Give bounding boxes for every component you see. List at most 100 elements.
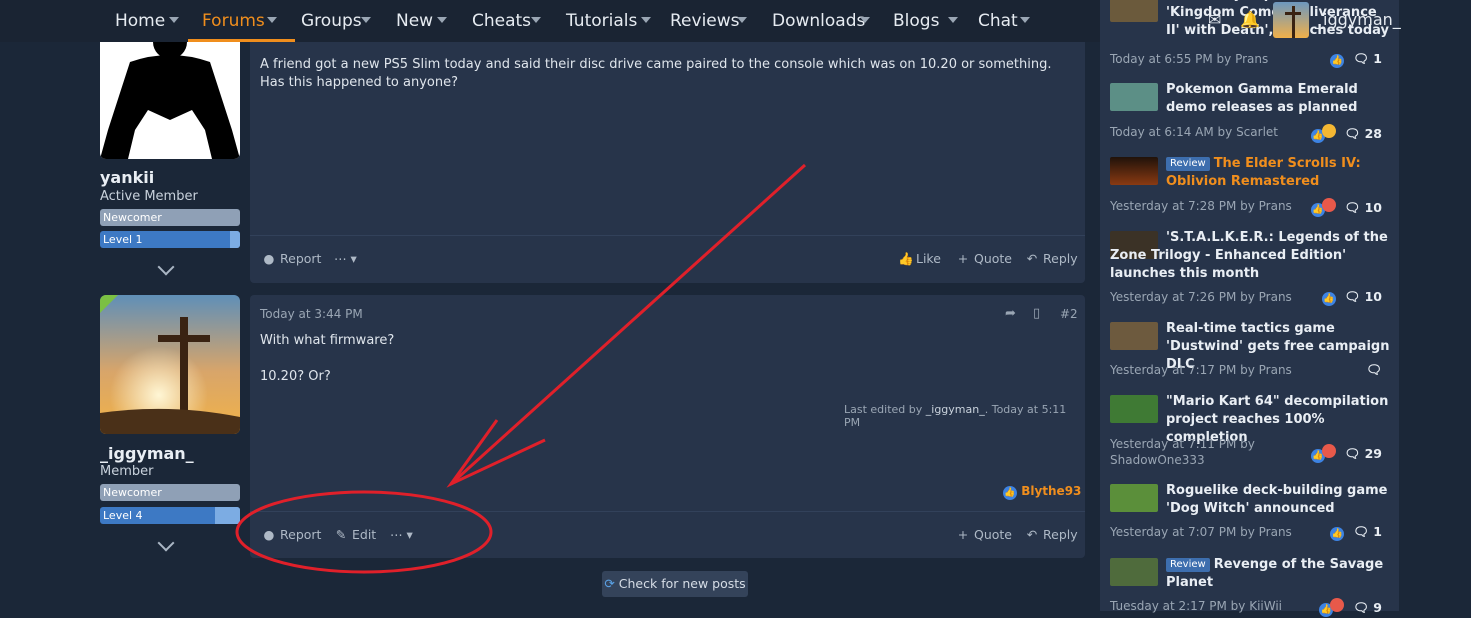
user-title: Active Member: [100, 189, 198, 204]
news-thumbnail[interactable]: [1110, 484, 1158, 512]
chevron-down-icon[interactable]: [157, 534, 175, 552]
post-2-footer: ● Report ✎ Edit ⋯ ▾ + Quote ↶ Reply: [250, 511, 1085, 558]
report-icon: ●: [263, 251, 275, 266]
post-number[interactable]: #2: [1060, 307, 1078, 321]
envelope-icon[interactable]: ✉: [1208, 10, 1221, 29]
reply-icon: ↶: [1026, 251, 1038, 266]
news-stats: 👍 🗨 1: [1330, 51, 1382, 68]
news-title[interactable]: Review Revenge of the Savage Planet: [1166, 556, 1392, 592]
username[interactable]: _iggyman_: [100, 444, 194, 463]
reply-icon: ↶: [1026, 527, 1038, 542]
post-1: A friend got a new PS5 Slim today and sa…: [250, 20, 1085, 283]
comment-icon: 🗨: [1353, 600, 1369, 615]
comment-icon: 🗨: [1344, 200, 1361, 215]
check-new-posts-button[interactable]: ⟳ Check for new posts: [602, 571, 748, 597]
news-thumbnail[interactable]: [1110, 0, 1158, 22]
review-badge: Review: [1166, 558, 1210, 572]
comment-icon: 🗨: [1344, 289, 1361, 304]
cross-beam: [1285, 12, 1301, 15]
chevron-down-icon[interactable]: [948, 17, 958, 23]
like-reaction-icon: 👍: [1003, 486, 1017, 500]
bookmark-icon[interactable]: ▯: [1033, 306, 1040, 321]
online-indicator: [100, 295, 118, 313]
news-title[interactable]: Review The Elder Scrolls IV: Oblivion Rem…: [1166, 155, 1392, 191]
news-stats: 👍 🗨 10: [1310, 198, 1382, 217]
nav-blogs[interactable]: Blogs: [893, 0, 958, 42]
emoji-reaction-icon: [1321, 124, 1336, 138]
chevron-down-icon[interactable]: [361, 17, 371, 23]
news-stats: 👍 🗨 9: [1319, 598, 1382, 617]
news-thumbnail[interactable]: [1110, 558, 1158, 586]
edited-user-link[interactable]: _iggyman_: [926, 403, 985, 416]
news-thumbnail[interactable]: [1110, 322, 1158, 350]
more-options-button[interactable]: ⋯ ▾: [334, 251, 357, 266]
nav-groups[interactable]: Groups: [301, 0, 371, 42]
report-button[interactable]: ● Report: [262, 527, 322, 542]
nav-cheats[interactable]: Cheats: [472, 0, 541, 42]
bell-icon[interactable]: 🔔: [1240, 10, 1260, 29]
share-icon[interactable]: ➦: [1005, 306, 1016, 321]
reply-button[interactable]: ↶ Reply: [1025, 527, 1078, 542]
chevron-down-icon[interactable]: [641, 17, 651, 23]
post-date[interactable]: Today at 3:44 PM: [260, 307, 363, 321]
nav-downloads[interactable]: Downloads: [772, 0, 870, 42]
post-2-line-2: 10.20? Or?: [260, 369, 331, 384]
news-item[interactable]: "Mario Kart 64" decompilation project re…: [1110, 394, 1392, 475]
nav-new[interactable]: New: [396, 0, 447, 42]
news-title[interactable]: Roguelike deck-building game 'Dog Witch'…: [1166, 482, 1392, 518]
edit-button[interactable]: ✎ Edit: [334, 527, 376, 542]
comment-icon: 🗨: [1344, 446, 1361, 461]
thumbs-up-icon: 👍: [898, 251, 914, 266]
report-icon: ●: [263, 527, 275, 542]
user-controls: ✉ 🔔 _iggyman_: [1200, 0, 1471, 42]
news-meta: Yesterday at 7:28 PM by Prans: [1110, 199, 1292, 213]
level-bar-rest: [214, 507, 240, 524]
report-button[interactable]: ● Report: [262, 251, 322, 266]
news-item[interactable]: Review The Elder Scrolls IV: Oblivion Rem…: [1110, 155, 1392, 217]
level-bar-rest: [230, 231, 240, 248]
news-thumbnail[interactable]: [1110, 157, 1158, 185]
news-stats: 🗨: [1366, 362, 1382, 378]
chevron-down-icon[interactable]: [737, 17, 747, 23]
chevron-down-icon[interactable]: [157, 258, 175, 276]
news-item[interactable]: 'S.T.A.L.K.E.R.: Legends of the Zone Tri…: [1110, 229, 1392, 306]
nav-home[interactable]: Home: [115, 0, 179, 42]
news-title[interactable]: 'S.T.A.L.K.E.R.: Legends of the Zone Tri…: [1110, 229, 1392, 283]
chevron-down-icon[interactable]: [1020, 17, 1030, 23]
news-item[interactable]: Review Revenge of the Savage Planet Tuesd…: [1110, 556, 1392, 618]
news-meta: Yesterday at 7:17 PM by Prans: [1110, 363, 1292, 377]
like-reaction-icon: 👍: [1330, 527, 1345, 541]
chevron-down-icon[interactable]: [267, 17, 277, 23]
nav-reviews[interactable]: Reviews: [670, 0, 747, 42]
quote-button[interactable]: + Quote: [956, 251, 1012, 266]
avatar-iggyman[interactable]: [100, 295, 240, 434]
news-meta: Today at 6:14 AM by Scarlet: [1110, 125, 1278, 139]
news-title[interactable]: Pokemon Gamma Emerald demo releases as p…: [1166, 81, 1392, 117]
nav-forums[interactable]: Forums: [188, 0, 295, 42]
news-item[interactable]: Real-time tactics game 'Dustwind' gets f…: [1110, 321, 1392, 382]
news-thumbnail[interactable]: [1110, 395, 1158, 423]
username[interactable]: yankii: [100, 168, 154, 187]
quote-button[interactable]: + Quote: [956, 527, 1012, 542]
emoji-reaction-icon: [1321, 444, 1336, 458]
chevron-down-icon[interactable]: [169, 17, 179, 23]
chevron-down-icon[interactable]: [860, 17, 870, 23]
more-options-button[interactable]: ⋯ ▾: [390, 527, 413, 542]
chevron-down-icon[interactable]: [437, 17, 447, 23]
chevron-down-icon[interactable]: [531, 17, 541, 23]
news-thumbnail[interactable]: [1110, 83, 1158, 111]
like-button[interactable]: 👍 Like: [898, 251, 941, 267]
news-item[interactable]: Roguelike deck-building game 'Dog Witch'…: [1110, 482, 1392, 544]
comment-icon: 🗨: [1353, 51, 1369, 66]
user-title: Member: [100, 464, 154, 479]
reply-button[interactable]: ↶ Reply: [1025, 251, 1078, 266]
post-2-line-1: With what firmware?: [260, 333, 395, 348]
news-item[interactable]: Pokemon Gamma Emerald demo releases as p…: [1110, 81, 1392, 143]
user-avatar-small: [1273, 2, 1309, 38]
comment-icon: 🗨: [1353, 524, 1369, 539]
post-2: Today at 3:44 PM ➦ ▯ #2 With what firmwa…: [250, 295, 1085, 558]
post-1-footer: ● Report ⋯ ▾ 👍 Like + Quote ↶ Reply: [250, 235, 1085, 283]
reaction-summary[interactable]: 👍 Blythe93: [1003, 484, 1081, 500]
nav-tutorials[interactable]: Tutorials: [566, 0, 651, 42]
nav-chat[interactable]: Chat: [978, 0, 1030, 42]
